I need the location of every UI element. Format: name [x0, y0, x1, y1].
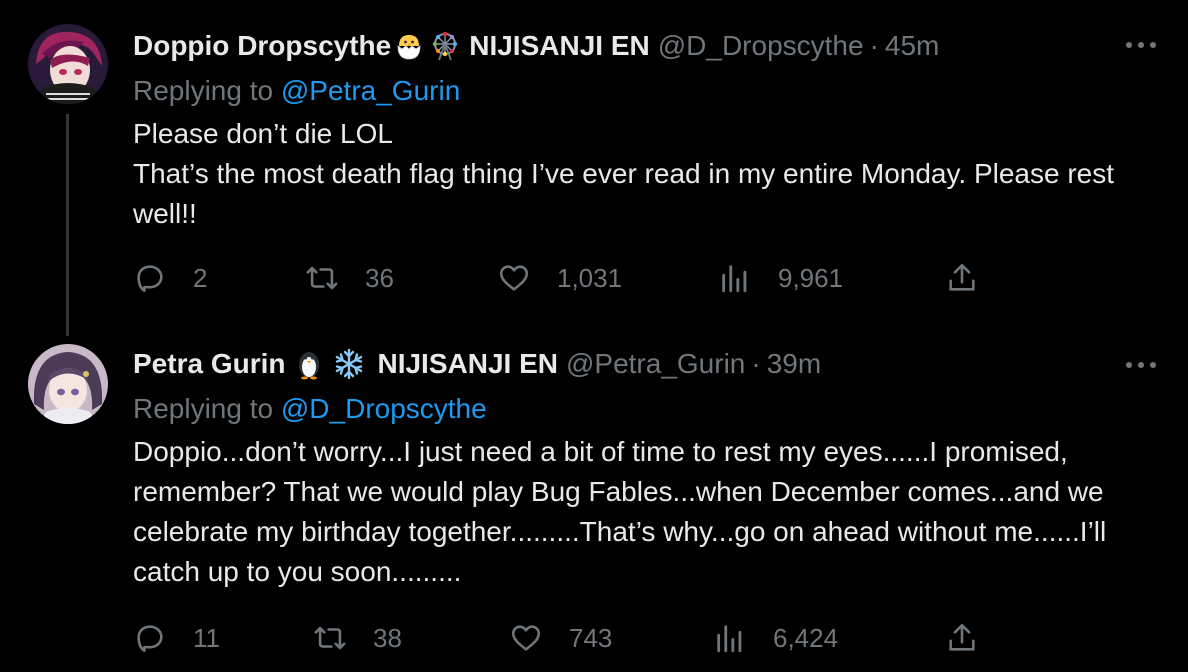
user-handle[interactable]: @D_Dropscythe	[658, 26, 864, 66]
penguin-icon	[293, 348, 325, 380]
view-count: 6,424	[773, 622, 839, 653]
tweet[interactable]: Doppio Dropscythe NIJISANJI EN @D_Dropsc…	[0, 0, 1188, 336]
affiliation: NIJISANJI EN	[469, 30, 650, 61]
timestamp[interactable]: 45m	[885, 26, 939, 66]
retweet-count: 38	[373, 622, 402, 653]
ferris-wheel-icon	[429, 30, 461, 62]
user-handle[interactable]: @Petra_Gurin	[566, 344, 745, 384]
heart-icon	[499, 265, 529, 291]
share-button[interactable]	[945, 256, 979, 300]
like-count: 1,031	[557, 262, 623, 293]
share-button[interactable]	[945, 616, 979, 660]
thread-connector-line	[66, 114, 69, 336]
snowflake-icon	[333, 348, 365, 380]
share-icon	[949, 623, 975, 651]
replying-to-label: Replying to	[133, 75, 281, 106]
like-count: 743	[569, 622, 613, 653]
tweet[interactable]: Petra Gurin NIJISANJI EN @Petra_Gurin · …	[0, 330, 1188, 672]
like-button[interactable]: 1,031	[497, 256, 622, 300]
retweet-count: 36	[365, 262, 394, 293]
retweet-button[interactable]: 38	[313, 616, 402, 660]
tweet-text-line: Doppio...don’t worry...I just need a bit…	[133, 436, 1107, 587]
reply-icon	[137, 265, 163, 293]
reply-button[interactable]: 11	[133, 616, 220, 660]
tweet-header: Petra Gurin NIJISANJI EN @Petra_Gurin · …	[133, 344, 1098, 384]
reply-count: 11	[193, 622, 220, 653]
mention-link[interactable]: @D_Dropscythe	[281, 393, 487, 424]
hatching-chick-icon	[393, 30, 425, 62]
reply-button[interactable]: 2	[133, 256, 207, 300]
separator-dot: ·	[869, 30, 879, 61]
retweet-button[interactable]: 36	[305, 256, 394, 300]
view-count: 9,961	[778, 262, 844, 293]
display-name[interactable]: Petra Gurin	[133, 344, 285, 384]
views-button[interactable]: 6,424	[713, 616, 838, 660]
display-name[interactable]: Doppio Dropscythe	[133, 26, 391, 66]
tweet-text: Doppio...don’t worry...I just need a bit…	[133, 432, 1163, 592]
views-icon	[717, 625, 742, 653]
views-icon	[722, 265, 747, 293]
views-button[interactable]: 9,961	[718, 256, 843, 300]
retweet-icon	[306, 266, 338, 290]
tweet-text-line: That’s the most death flag thing I’ve ev…	[133, 158, 1115, 229]
reply-icon	[137, 625, 163, 653]
tweet-header: Doppio Dropscythe NIJISANJI EN @D_Dropsc…	[133, 26, 1098, 66]
retweet-icon	[314, 626, 346, 650]
more-options-icon[interactable]	[1124, 350, 1158, 380]
reply-count: 2	[193, 262, 208, 293]
affiliation: NIJISANJI EN	[377, 348, 558, 379]
heart-icon	[511, 625, 541, 651]
timestamp[interactable]: 39m	[767, 344, 821, 384]
replying-to: Replying to @D_Dropscythe	[133, 389, 487, 429]
avatar[interactable]	[28, 344, 108, 424]
share-icon	[949, 263, 975, 291]
replying-to: Replying to @Petra_Gurin	[133, 71, 460, 111]
tweet-text: Please don’t die LOL That’s the most dea…	[133, 114, 1163, 234]
action-bar: 2 36 1,031 9,961	[133, 256, 993, 300]
action-bar: 11 38 743 6,424	[133, 616, 993, 660]
more-options-icon[interactable]	[1124, 30, 1158, 60]
like-button[interactable]: 743	[509, 616, 612, 660]
replying-to-label: Replying to	[133, 393, 281, 424]
mention-link[interactable]: @Petra_Gurin	[281, 75, 460, 106]
avatar[interactable]	[28, 24, 108, 104]
separator-dot: ·	[751, 348, 761, 379]
tweet-text-line: Please don’t die LOL	[133, 118, 393, 149]
